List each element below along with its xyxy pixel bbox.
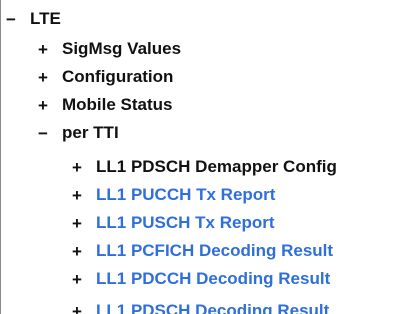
tree-node-ll1-pdsch-decoding-result[interactable]: + LL1 PDSCH Decoding Result xyxy=(68,298,329,314)
tree-node-configuration[interactable]: + Configuration xyxy=(34,64,173,90)
tree-node-label: per TTI xyxy=(62,123,119,142)
plus-icon[interactable]: + xyxy=(68,271,86,288)
plus-icon[interactable]: + xyxy=(34,41,52,58)
tree-node-per-tti[interactable]: − per TTI xyxy=(34,120,119,146)
tree-node-lte[interactable]: − LTE xyxy=(2,6,61,32)
tree-left-border xyxy=(0,0,1,314)
tree-node-label: LL1 PCFICH Decoding Result xyxy=(96,241,334,260)
minus-icon[interactable]: − xyxy=(34,125,52,142)
tree-node-label: SigMsg Values xyxy=(62,39,182,58)
plus-icon[interactable]: + xyxy=(68,303,86,314)
plus-icon[interactable]: + xyxy=(34,97,52,114)
tree-node-ll1-pucch-tx-report[interactable]: + LL1 PUCCH Tx Report xyxy=(68,182,275,208)
tree-node-mobile-status[interactable]: + Mobile Status xyxy=(34,92,173,118)
tree-node-ll1-pusch-tx-report[interactable]: + LL1 PUSCH Tx Report xyxy=(68,210,275,236)
tree-node-label: LL1 PUCCH Tx Report xyxy=(96,185,276,204)
plus-icon[interactable]: + xyxy=(68,215,86,232)
tree-node-label: Configuration xyxy=(62,67,174,86)
minus-icon[interactable]: − xyxy=(2,11,20,28)
tree-node-label: LL1 PDSCH Demapper Config xyxy=(96,157,337,176)
plus-icon[interactable]: + xyxy=(68,187,86,204)
tree-node-ll1-pcfich-decoding-result[interactable]: + LL1 PCFICH Decoding Result xyxy=(68,238,333,264)
tree-node-sigmsg-values[interactable]: + SigMsg Values xyxy=(34,36,181,62)
plus-icon[interactable]: + xyxy=(34,69,52,86)
plus-icon[interactable]: + xyxy=(68,243,86,260)
tree-node-label: LTE xyxy=(30,9,61,28)
tree-node-label: LL1 PDCCH Decoding Result xyxy=(96,269,331,288)
tree-node-ll1-pdcch-decoding-result[interactable]: + LL1 PDCCH Decoding Result xyxy=(68,266,330,292)
tree-node-label: LL1 PDSCH Decoding Result xyxy=(96,301,330,314)
tree-node-label: Mobile Status xyxy=(62,95,173,114)
tree-view: − LTE + SigMsg Values + Configuration + … xyxy=(0,0,414,314)
tree-node-ll1-pdsch-demapper-config[interactable]: + LL1 PDSCH Demapper Config xyxy=(68,154,337,180)
plus-icon[interactable]: + xyxy=(68,159,86,176)
tree-node-label: LL1 PUSCH Tx Report xyxy=(96,213,275,232)
